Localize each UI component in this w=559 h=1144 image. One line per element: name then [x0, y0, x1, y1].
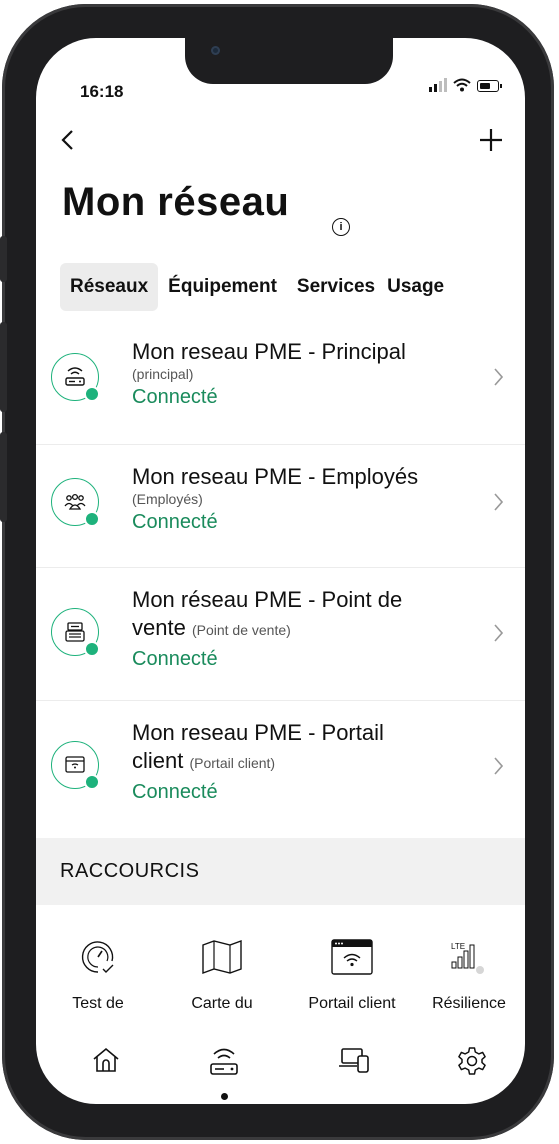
- network-status: Connecté: [132, 781, 218, 803]
- info-icon[interactable]: i: [332, 218, 350, 236]
- chevron-right-icon: [493, 755, 504, 783]
- front-camera: [211, 46, 220, 55]
- status-icons: [429, 78, 502, 92]
- chevron-right-icon: [493, 622, 504, 650]
- plus-icon: [480, 129, 502, 151]
- shortcut-coverage-map[interactable]: Carte du: [162, 933, 282, 1013]
- shortcuts-header: RACCOURCIS: [36, 838, 525, 905]
- svg-text:LTE: LTE: [451, 942, 465, 951]
- cash-register-icon: [51, 608, 100, 657]
- phone-side-button: [0, 322, 7, 412]
- network-name: Mon réseau PME - Point de: [132, 587, 403, 612]
- tab-equipement[interactable]: Équipement: [158, 263, 287, 311]
- network-subtitle: (Point de vente): [191, 622, 291, 638]
- back-button[interactable]: [60, 126, 74, 158]
- notch: [185, 38, 393, 84]
- tab-bar: Réseaux Équipement Services Usage: [60, 263, 454, 311]
- network-status: Connecté: [132, 648, 218, 670]
- chevron-right-icon: [493, 491, 504, 519]
- signal-icon: [429, 78, 447, 92]
- nav-network[interactable]: [194, 1045, 254, 1085]
- network-subtitle: (principal): [132, 366, 194, 382]
- network-list: Mon reseau PME - Principal (principal) C…: [36, 320, 525, 839]
- network-name: Mon reseau PME - Principal: [132, 339, 406, 364]
- network-name: Mon reseau PME - Portail: [132, 720, 384, 745]
- network-row[interactable]: Mon reseau PME - Portail client (Portail…: [36, 701, 525, 839]
- network-subtitle: (Portail client): [189, 755, 276, 771]
- speedometer-icon: [38, 933, 158, 981]
- network-status: Connecté: [132, 386, 218, 408]
- nav-home[interactable]: [76, 1045, 136, 1085]
- router-icon: [210, 1048, 238, 1075]
- phone-screen: 16:18 Mon réseau i Réseaux Équipement Se…: [36, 38, 525, 1104]
- devices-icon: [339, 1048, 369, 1073]
- portal-icon: [51, 741, 100, 790]
- shortcuts-heading: RACCOURCIS: [60, 860, 200, 882]
- tab-reseaux[interactable]: Réseaux: [60, 263, 159, 311]
- battery-icon: [477, 80, 502, 92]
- page-title: Mon réseau: [62, 180, 290, 224]
- map-icon: [162, 933, 282, 981]
- network-name: Mon reseau PME - Employés: [132, 464, 419, 489]
- network-row[interactable]: Mon réseau PME - Point de vente (Point d…: [36, 568, 525, 701]
- add-network-button[interactable]: [479, 122, 503, 161]
- gear-icon: [458, 1047, 486, 1075]
- shortcut-label: Test de: [72, 995, 124, 1012]
- shortcut-resilience[interactable]: LTE Résilience: [412, 933, 525, 1013]
- lte-signal-icon: LTE: [412, 933, 525, 981]
- shortcut-label: Portail client: [308, 995, 396, 1012]
- router-icon: [51, 353, 100, 402]
- status-time: 16:18: [80, 82, 124, 101]
- bottom-nav: [36, 1035, 525, 1104]
- active-nav-indicator: [221, 1093, 228, 1100]
- phone-side-button: [0, 236, 7, 282]
- shortcut-label: Carte du: [191, 995, 253, 1012]
- home-icon: [93, 1047, 119, 1072]
- shortcut-client-portal[interactable]: Portail client: [292, 933, 412, 1013]
- nav-settings[interactable]: [442, 1045, 502, 1085]
- tab-services[interactable]: Services: [287, 263, 385, 311]
- chevron-right-icon: [493, 366, 504, 394]
- network-row[interactable]: Mon reseau PME - Principal (principal) C…: [36, 320, 525, 445]
- people-icon: [51, 478, 100, 527]
- network-name-continued: vente: [132, 615, 186, 640]
- network-name-continued: client: [132, 748, 184, 773]
- shortcuts-grid: Test de Carte du Portail client LTE Rési…: [36, 933, 525, 1033]
- portal-wifi-icon: [292, 933, 412, 981]
- network-status: Connecté: [132, 511, 218, 533]
- nav-devices[interactable]: [324, 1045, 384, 1085]
- shortcut-speed-test[interactable]: Test de: [38, 933, 158, 1013]
- phone-side-button: [0, 432, 7, 522]
- network-row[interactable]: Mon reseau PME - Employés (Employés) Con…: [36, 445, 525, 568]
- tab-usage[interactable]: Usage: [385, 263, 454, 311]
- chevron-left-icon: [61, 130, 73, 150]
- network-subtitle: (Employés): [132, 491, 203, 507]
- wifi-icon: [453, 78, 471, 92]
- shortcut-label: Résilience: [432, 995, 506, 1012]
